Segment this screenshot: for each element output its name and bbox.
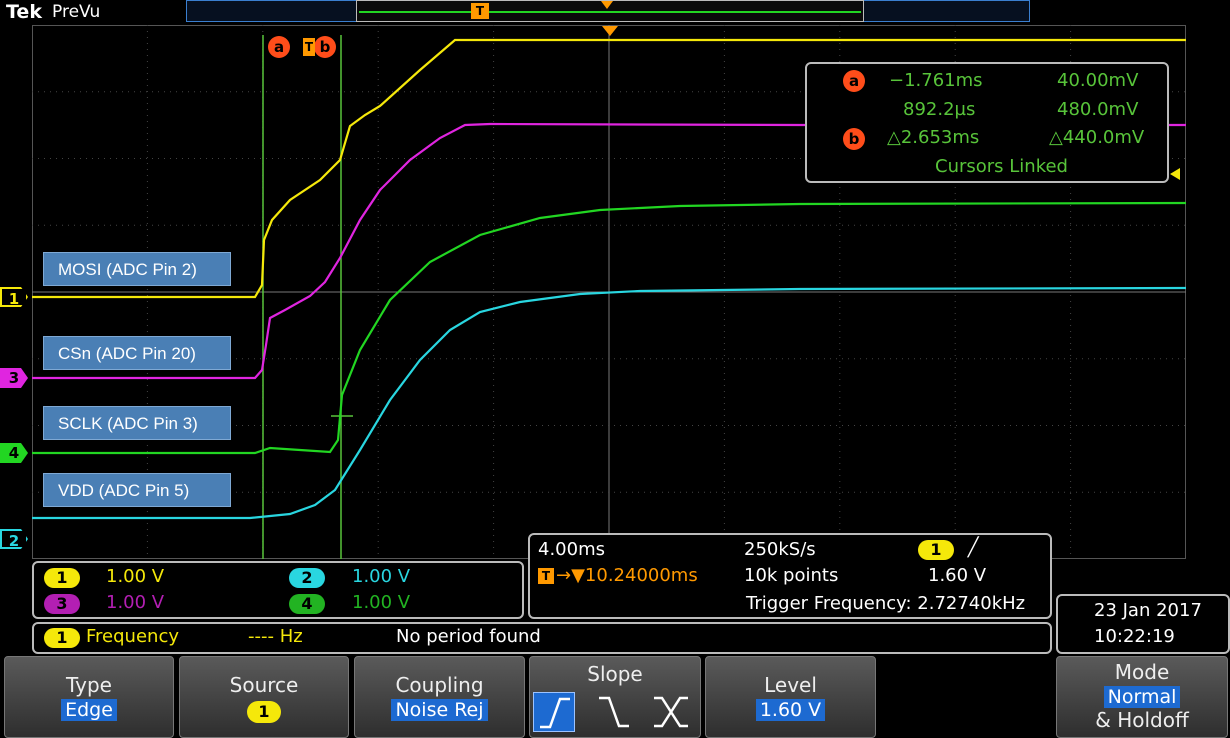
ch3-badge: 3 — [44, 594, 80, 614]
sample-rate: 250kS/s — [744, 539, 816, 560]
trigger-time-icon[interactable] — [602, 26, 618, 36]
cursor-b-readout-icon: b — [843, 128, 865, 150]
cursors-linked-text: Cursors Linked — [935, 156, 1068, 177]
trigger-level-readout[interactable]: 1.60 V — [928, 565, 986, 586]
coupling-value: Noise Rej — [391, 699, 488, 721]
horizontal-trigger-panel[interactable]: 4.00ms 250kS/s 1 ╱ T →▼10.24000ms 10k po… — [528, 533, 1052, 619]
source-softkey[interactable]: Source 1 — [179, 656, 349, 738]
delay-trigger-icon: T — [538, 568, 554, 584]
source-title: Source — [229, 673, 299, 697]
cursor-b-volt: 480.0mV — [1057, 99, 1139, 120]
mode-extra: & Holdoff — [1095, 708, 1189, 732]
datetime-panel[interactable]: 23 Jan 2017 10:22:19 — [1056, 594, 1230, 654]
vertical-scale-panel[interactable]: 1 1.00 V 2 1.00 V 3 1.00 V 4 1.00 V — [32, 561, 524, 619]
level-value: 1.60 V — [755, 699, 826, 721]
mode-value: Normal — [1103, 686, 1181, 708]
horizontal-delay[interactable]: →▼10.24000ms — [556, 565, 698, 586]
cursor-readout-panel[interactable]: a −1.761ms 40.00mV 892.2µs 480.0mV b △2.… — [805, 62, 1169, 183]
measurement-channel-badge: 1 — [44, 628, 80, 648]
measurement-name: Frequency — [86, 626, 179, 647]
date: 23 Jan 2017 — [1094, 600, 1202, 621]
ch2-badge: 2 — [289, 568, 325, 588]
type-value: Edge — [61, 699, 117, 721]
label-sclk: SCLK (ADC Pin 3) — [43, 406, 231, 440]
mode-title: Mode — [1114, 660, 1170, 684]
trigger-source-badge: 1 — [918, 540, 954, 560]
slope-title: Slope — [587, 662, 643, 686]
falling-slope-icon[interactable] — [593, 692, 635, 732]
ch2-scale[interactable]: 1.00 V — [352, 566, 410, 587]
record-length: 10k points — [744, 565, 839, 586]
level-softkey[interactable]: Level 1.60 V — [705, 656, 876, 738]
source-value: 1 — [247, 701, 281, 723]
slope-softkey[interactable]: Slope — [529, 656, 701, 738]
cursor-a-marker[interactable]: a — [268, 36, 290, 58]
cursor-b-time: 892.2µs — [903, 99, 976, 120]
level-title: Level — [764, 673, 817, 697]
ch4-badge: 4 — [289, 594, 325, 614]
measurement-message: No period found — [396, 626, 541, 647]
ch4-scale[interactable]: 1.00 V — [352, 592, 410, 613]
cursor-delta-time: △2.653ms — [887, 127, 980, 148]
label-vdd: VDD (ADC Pin 5) — [43, 473, 231, 507]
timebase[interactable]: 4.00ms — [538, 539, 605, 560]
type-softkey[interactable]: Type Edge — [4, 656, 174, 738]
time: 10:22:19 — [1094, 626, 1175, 647]
measurement-value: ---- Hz — [248, 626, 303, 647]
cursor-a-volt: 40.00mV — [1057, 70, 1139, 91]
label-mosi: MOSI (ADC Pin 2) — [43, 252, 231, 286]
measurement-bar[interactable]: 1 Frequency ---- Hz No period found — [32, 622, 1052, 654]
cursor-b-marker[interactable]: b — [314, 36, 336, 58]
cursor-a-time: −1.761ms — [889, 70, 983, 91]
either-slope-icon[interactable] — [650, 692, 692, 732]
coupling-title: Coupling — [395, 673, 484, 697]
trigger-level-icon[interactable] — [1170, 168, 1180, 180]
rising-slope-icon[interactable] — [533, 692, 575, 732]
ch3-scale[interactable]: 1.00 V — [106, 592, 164, 613]
ch1-badge: 1 — [44, 568, 80, 588]
trigger-frequency: Trigger Frequency: 2.72740kHz — [746, 593, 1026, 614]
label-csn: CSn (ADC Pin 20) — [43, 336, 231, 370]
trigger-point-marker: T — [303, 38, 315, 56]
cursor-delta-volt: △440.0mV — [1049, 127, 1145, 148]
ch1-scale[interactable]: 1.00 V — [106, 566, 164, 587]
mode-softkey[interactable]: Mode Normal & Holdoff — [1056, 656, 1228, 738]
rising-edge-icon: ╱ — [966, 537, 979, 558]
coupling-softkey[interactable]: Coupling Noise Rej — [354, 656, 525, 738]
cursor-a-readout-icon: a — [843, 70, 865, 92]
type-title: Type — [66, 673, 112, 697]
